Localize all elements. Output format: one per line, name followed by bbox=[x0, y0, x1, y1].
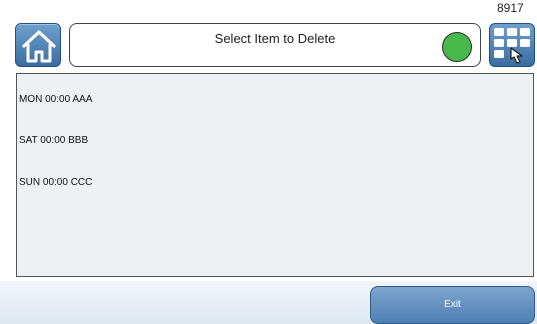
status-indicator bbox=[442, 32, 472, 62]
list-item[interactable]: SUN 00:00 CCC bbox=[19, 177, 92, 189]
home-button[interactable] bbox=[15, 23, 61, 67]
title-bar: Select Item to Delete bbox=[69, 23, 481, 67]
list-item[interactable]: MON 00:00 AAA bbox=[19, 94, 92, 106]
screen-id: 8917 bbox=[497, 1, 524, 15]
grid-touch-icon bbox=[494, 28, 530, 64]
home-icon bbox=[22, 30, 56, 63]
item-list: MON 00:00 AAA SAT 00:00 BBB SUN 00:00 CC… bbox=[16, 73, 534, 277]
exit-button[interactable]: Exit bbox=[370, 286, 535, 324]
list-item[interactable]: SAT 00:00 BBB bbox=[19, 135, 88, 147]
menu-button[interactable] bbox=[489, 23, 535, 67]
page-title: Select Item to Delete bbox=[214, 31, 336, 46]
